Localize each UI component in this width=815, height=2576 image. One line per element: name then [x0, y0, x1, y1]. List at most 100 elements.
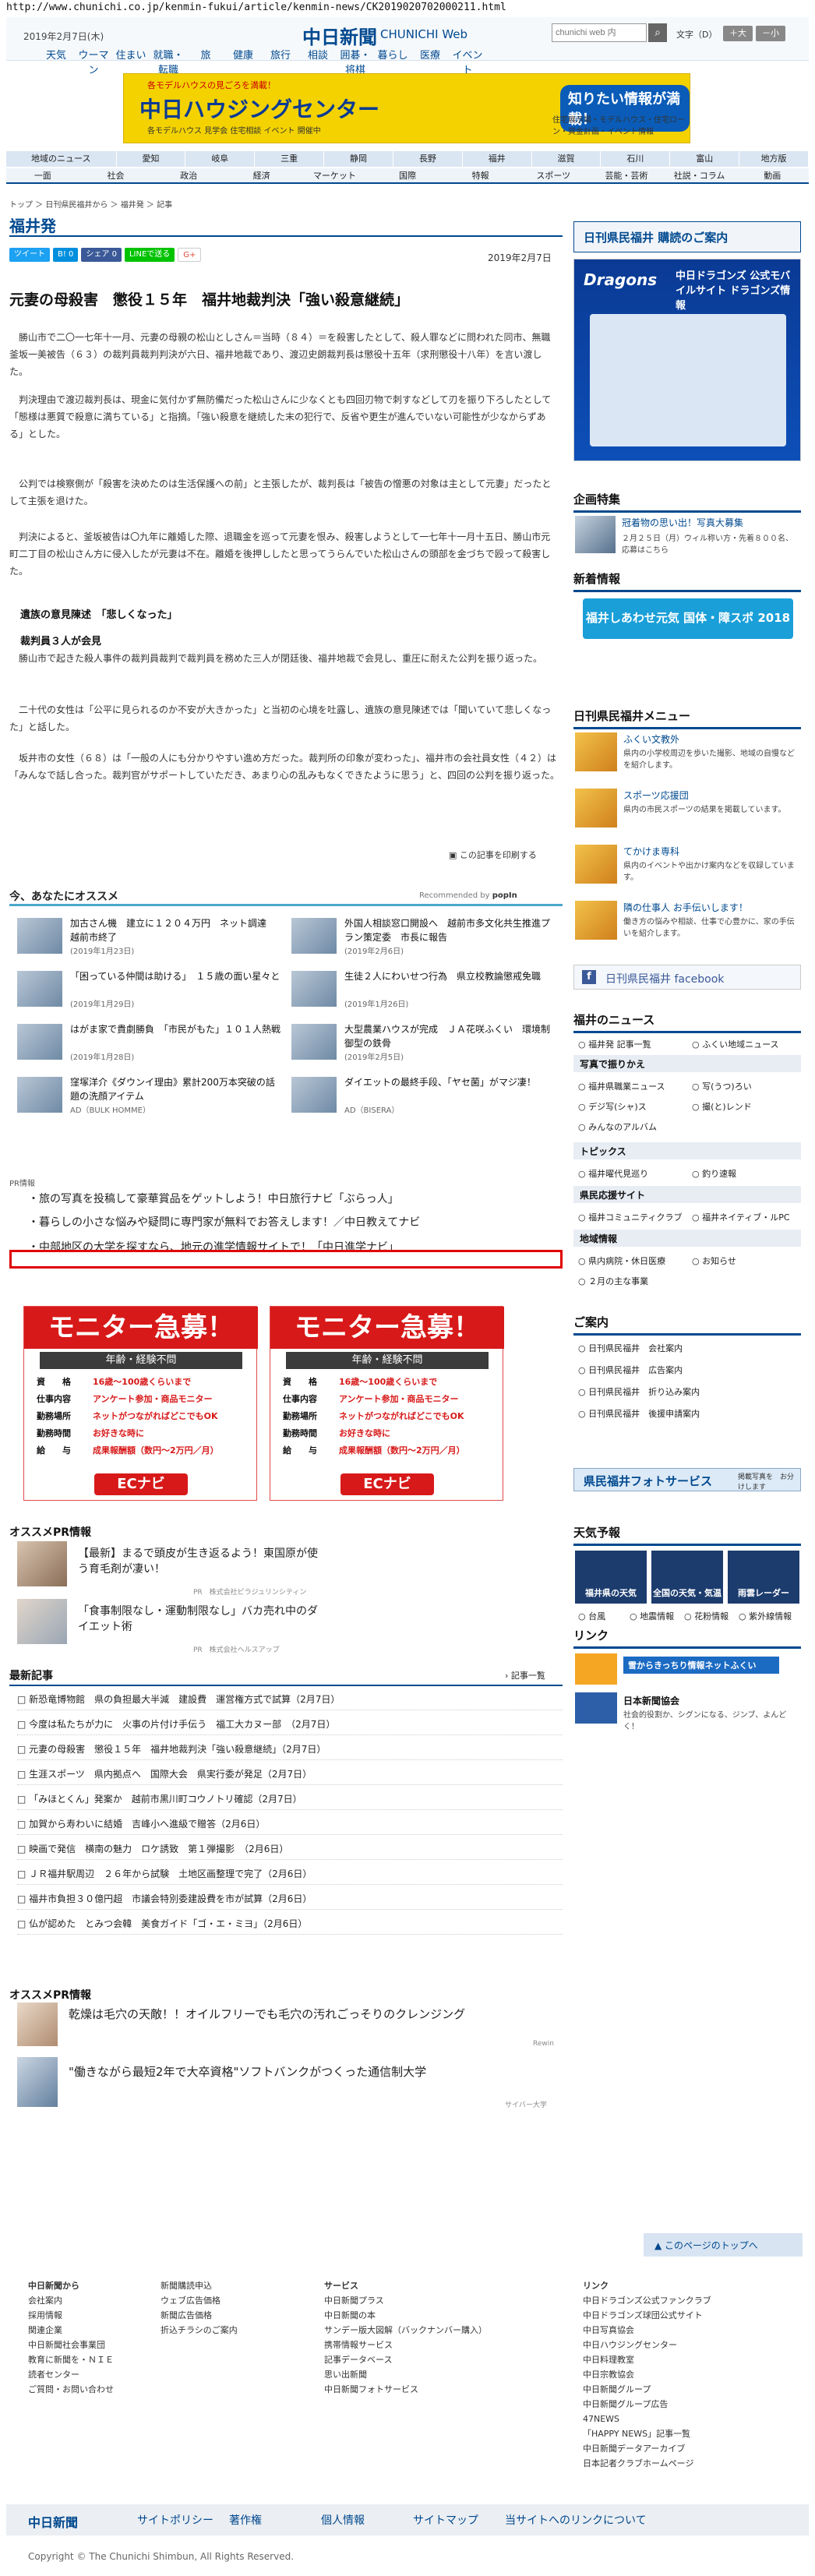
latest-item[interactable]: □ 仏が認めた とみつ会韓 美食ガイド「ゴ・エ・ミヨ」（2月6日）: [17, 1914, 563, 1935]
tweet-button[interactable]: ツイート: [9, 248, 50, 262]
recommend-thumbnail[interactable]: [291, 1024, 337, 1060]
fukui-news-link[interactable]: ○ 福井発 記事一覧: [578, 1038, 651, 1050]
category-nav-item[interactable]: 一面: [6, 168, 79, 182]
global-nav-item[interactable]: 相談: [299, 47, 337, 76]
category-nav-item[interactable]: マーケット: [298, 168, 372, 182]
footer-bar-link[interactable]: 当サイトへのリンクについて: [505, 2512, 647, 2528]
hatena-button[interactable]: B! 0: [53, 248, 79, 262]
region-nav-item[interactable]: 長野: [393, 151, 463, 167]
footer-link[interactable]: 教育に新聞を・ＮＩＥ: [28, 2352, 114, 2367]
recommend-item[interactable]: 加古さん機 建立に１２０４万円 ネット調達 越前市終了 (2019年1月23日): [17, 915, 282, 957]
weather-fukui[interactable]: 福井県の天気: [575, 1551, 647, 1604]
fukui-news-link[interactable]: ○ ふくい地域ニュース: [692, 1038, 779, 1050]
category-nav-item[interactable]: 経済: [225, 168, 298, 182]
pr-item-text[interactable]: "働きながら最短2年で大卒資格"ソフトバンクがつくった通信制大学: [69, 2063, 552, 2080]
housing-banner[interactable]: 各モデルハウスの見ごろを満載！ 中日ハウジングセンター 各モデルハウス 見学会 …: [123, 73, 690, 143]
recommend-thumbnail[interactable]: [17, 971, 62, 1007]
recommend-thumbnail[interactable]: [17, 1077, 62, 1113]
footer-link[interactable]: 中日料理教室: [583, 2352, 711, 2367]
recommend-item-title[interactable]: はがま家で貴劇勝負 「市民がもた」１０１人熱戦: [70, 1022, 280, 1036]
footer-link[interactable]: 記事データベース: [324, 2352, 487, 2367]
region-nav-item[interactable]: 愛知: [117, 151, 186, 167]
site-logo-sub[interactable]: CHUNICHI Web: [380, 27, 467, 41]
menu-item-title[interactable]: てかけま専科: [623, 845, 679, 858]
footer-link[interactable]: ご質問・お問い合わせ: [28, 2382, 114, 2397]
pr-thumbnail[interactable]: [17, 1541, 67, 1586]
kikaku-thumbnail[interactable]: [575, 516, 616, 553]
footer-link[interactable]: 読者センター: [28, 2367, 114, 2382]
recommend-item-title[interactable]: 外国人相談窓口開設へ 越前市多文化共生推進プラン策定委 市長に報告: [344, 916, 555, 944]
snow-info-link[interactable]: 雪からきっちり情報ネットふくい: [623, 1657, 779, 1674]
region-nav-item[interactable]: 富山: [670, 151, 740, 167]
latest-item[interactable]: □ 元妻の母殺害 懲役１５年 福井地裁判決「強い殺意継続」（2月7日）: [17, 1739, 563, 1760]
region-nav-item[interactable]: 地方版: [739, 151, 809, 167]
region-nav-item[interactable]: 石川: [601, 151, 671, 167]
site-logo[interactable]: 中日新聞: [302, 22, 377, 49]
recommend-item[interactable]: 「困っている仲間は助ける」 １５歳の面い星々と (2019年1月29日): [17, 968, 282, 1010]
font-small-button[interactable]: －小: [756, 26, 785, 41]
footer-bar-link[interactable]: サイトポリシー: [137, 2512, 213, 2528]
menu-icon[interactable]: [575, 732, 617, 771]
latest-item[interactable]: □ 生涯スポーツ 県内拠点へ 国際大会 県実行委が発足（2月7日）: [17, 1764, 563, 1785]
menu-item-title[interactable]: ふくい文教外: [623, 732, 679, 746]
pr-link[interactable]: ・暮らしの小さな悩みや疑問に専門家が無料でお答えします！／中日教えてナビ: [28, 1214, 420, 1230]
global-nav-item[interactable]: 天気: [37, 47, 75, 76]
pr-item-text[interactable]: 「食事制限なし・運動制限なし」バカ売れ中のダイエット術: [78, 1604, 327, 1635]
latest-item[interactable]: □ 加賀から寿わいに結婚 吉峰小へ進級で贈答（2月6日）: [17, 1814, 563, 1835]
footer-link[interactable]: 「HAPPY NEWS」記事一覧: [583, 2426, 711, 2441]
menu-icon[interactable]: [575, 789, 617, 827]
recommend-thumbnail[interactable]: [17, 918, 62, 954]
facebook-link[interactable]: f 日刊県民福井 facebook: [573, 965, 801, 990]
page-top-button[interactable]: ▲ このページのトップへ: [644, 2233, 803, 2257]
kikaku-link[interactable]: 冠着物の思い出！写真大募集: [622, 516, 743, 529]
footer-link[interactable]: 新聞広告価格: [161, 2308, 238, 2323]
topics-link[interactable]: ○ 福井曜代見巡り: [578, 1167, 648, 1180]
latest-list-link[interactable]: › 記事一覧: [505, 1669, 545, 1681]
recommend-item-title[interactable]: 加古さん機 建立に１２０４万円 ネット調達 越前市終了: [70, 916, 280, 944]
shashin-link[interactable]: ○ デジ写(シャ)ス: [578, 1100, 647, 1113]
pr-item-text[interactable]: 【最新】まるで頭皮が生き返るよう！東国原が使う育毛剤が凄い！: [78, 1546, 327, 1577]
kenmin-link[interactable]: ○ 福井コミュニティクラブ: [578, 1211, 682, 1223]
goannai-link[interactable]: ○ 日刊県民福井 後援申請案内: [578, 1407, 700, 1420]
subscribe-banner[interactable]: 日刊県民福井 購読のご案内: [573, 221, 801, 252]
footer-link[interactable]: 新聞購読申込: [161, 2278, 238, 2293]
region-nav-item[interactable]: 福井: [463, 151, 532, 167]
global-nav-item[interactable]: 囲碁・将棋: [337, 47, 374, 76]
menu-icon[interactable]: [575, 845, 617, 884]
recommend-item[interactable]: 外国人相談窓口開設へ 越前市多文化共生推進プラン策定委 市長に報告 (2019年2…: [291, 915, 556, 957]
shashin-link[interactable]: ○ 写(うつ)ろい: [692, 1080, 752, 1092]
recommend-item-title[interactable]: ダイエットの最終手段、「ヤセ菌」がマジ凄！: [344, 1075, 555, 1089]
category-nav-item[interactable]: 社説・コラム: [663, 168, 736, 182]
footer-logo[interactable]: 中日新聞: [28, 2512, 78, 2531]
latest-item[interactable]: □ 今度は私たちが力に 火事の片付け手伝う 福工大カヌー部 （2月7日）: [17, 1714, 563, 1735]
weather-link[interactable]: ○ 台風: [578, 1610, 605, 1622]
footer-link[interactable]: ウェブ広告価格: [161, 2293, 238, 2308]
breadcrumb[interactable]: トップ ＞ 日刊県民福井から ＞ 福井発 ＞ 記事: [9, 198, 172, 210]
footer-link[interactable]: 中日新聞プラス: [324, 2293, 487, 2308]
footer-link[interactable]: 会社案内: [28, 2293, 114, 2308]
footer-link[interactable]: 中日宗教協会: [583, 2367, 711, 2382]
topics-link[interactable]: ○ 釣り速報: [692, 1167, 736, 1180]
footer-bar-link[interactable]: 著作権: [229, 2512, 262, 2528]
weather-link[interactable]: ○ 紫外線情報: [739, 1610, 792, 1622]
weather-link[interactable]: ○ 地震情報: [630, 1610, 674, 1622]
footer-link[interactable]: 中日新聞グループ: [583, 2382, 711, 2397]
latest-item[interactable]: □ ＪＲ福井駅周辺 ２６年から試験 土地区画整理で完了（2月6日）: [17, 1864, 563, 1885]
global-nav-item[interactable]: 旅行: [262, 47, 299, 76]
goannai-link[interactable]: ○ 日刊県民福井 折り込み案内: [578, 1385, 700, 1398]
recommend-item[interactable]: 窪塚洋介《ダウンイ理由》累計200万本突破の話題の洗顔アイテム AD（BULK H…: [17, 1074, 282, 1116]
global-nav-item[interactable]: 旅: [187, 47, 224, 76]
footer-link[interactable]: 中日新聞グループ広告: [583, 2397, 711, 2412]
recommend-item[interactable]: はがま家で貴劇勝負 「市民がもた」１０１人熱戦 (2019年1月28日): [17, 1021, 282, 1063]
recommend-thumbnail[interactable]: [291, 971, 337, 1007]
pr-thumbnail[interactable]: [17, 1599, 67, 1644]
fb-share-button[interactable]: シェア 0: [81, 248, 122, 262]
shashin-link[interactable]: ○ 撮(と)レンド: [692, 1100, 752, 1113]
global-nav-item[interactable]: 暮らし: [374, 47, 411, 76]
line-button[interactable]: LINEで送る: [124, 248, 175, 262]
goannai-link[interactable]: ○ 日刊県民福井 広告案内: [578, 1364, 683, 1376]
gplus-button[interactable]: G+: [178, 248, 202, 262]
category-nav-item[interactable]: 社会: [79, 168, 153, 182]
recommend-thumbnail[interactable]: [291, 918, 337, 954]
dragons-banner[interactable]: Dragons 中日ドラゴンズ 公式モバイルサイト ドラゴンズ情報: [573, 259, 801, 461]
